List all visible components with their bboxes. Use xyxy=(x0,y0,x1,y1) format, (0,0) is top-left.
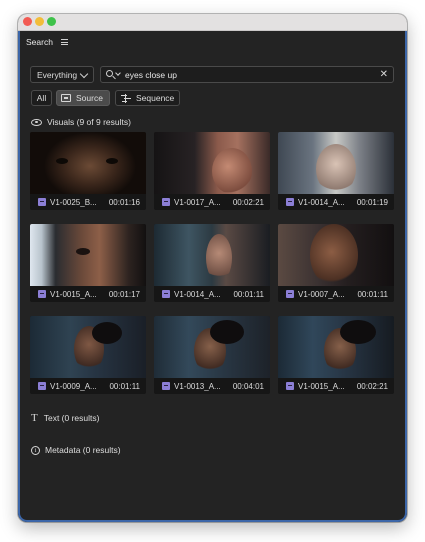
result-caption: V1-0007_A... 00:01:11 xyxy=(278,286,394,302)
result-thumbnail[interactable] xyxy=(30,316,146,378)
filter-sequence-button[interactable]: Sequence xyxy=(115,90,180,106)
info-icon: i xyxy=(31,445,40,455)
clip-duration: 00:01:11 xyxy=(357,289,388,299)
result-card[interactable]: V1-0014_A... 00:01:11 xyxy=(154,224,270,302)
search-window: Search Everything eyes close up ✕ All So… xyxy=(18,14,407,522)
clip-name: V1-0025_B... xyxy=(50,197,97,207)
result-thumbnail[interactable] xyxy=(278,132,394,194)
result-thumbnail[interactable] xyxy=(154,224,270,286)
results-grid: V1-0025_B... 00:01:16 V1-0017_A... 00:02… xyxy=(30,132,394,402)
filter-sequence-label: Sequence xyxy=(136,93,175,103)
hamburger-icon[interactable] xyxy=(60,39,68,45)
title-bar xyxy=(18,14,407,31)
visuals-section-title: Visuals (9 of 9 results) xyxy=(47,117,131,127)
result-thumbnail[interactable] xyxy=(154,316,270,378)
clip-duration: 00:02:21 xyxy=(232,197,264,207)
result-card[interactable]: V1-0014_A... 00:01:19 xyxy=(278,132,394,210)
clip-name: V1-0009_A... xyxy=(50,381,97,391)
result-thumbnail[interactable] xyxy=(154,132,270,194)
result-caption: V1-0015_A... 00:01:17 xyxy=(30,286,146,302)
result-thumbnail[interactable] xyxy=(30,132,146,194)
clip-name: V1-0014_A... xyxy=(174,289,221,299)
clip-name: V1-0013_A... xyxy=(174,381,221,391)
clip-duration: 00:01:16 xyxy=(108,197,140,207)
search-options-chevron-icon[interactable] xyxy=(115,70,121,76)
clip-icon xyxy=(38,198,46,206)
clip-duration: 00:01:11 xyxy=(109,381,140,391)
result-card[interactable]: V1-0013_A... 00:04:01 xyxy=(154,316,270,394)
panel-title: Search xyxy=(26,37,53,47)
clip-icon xyxy=(38,382,46,390)
clip-duration: 00:01:11 xyxy=(233,289,264,299)
result-card[interactable]: V1-0015_A... 00:01:17 xyxy=(30,224,146,302)
filter-source-label: Source xyxy=(76,93,103,103)
result-card[interactable]: V1-0025_B... 00:01:16 xyxy=(30,132,146,210)
result-thumbnail[interactable] xyxy=(278,224,394,286)
search-query[interactable]: eyes close up xyxy=(125,70,177,80)
result-caption: V1-0009_A... 00:01:11 xyxy=(30,378,146,394)
search-icon[interactable] xyxy=(106,70,113,77)
metadata-section-header[interactable]: i Metadata (0 results) xyxy=(31,445,121,455)
result-thumbnail[interactable] xyxy=(278,316,394,378)
clip-icon xyxy=(286,198,294,206)
clip-name: V1-0015_A... xyxy=(298,381,345,391)
text-section-header[interactable]: T Text (0 results) xyxy=(31,412,99,424)
result-card[interactable]: V1-0007_A... 00:01:11 xyxy=(278,224,394,302)
result-card[interactable]: V1-0015_A... 00:02:21 xyxy=(278,316,394,394)
clip-duration: 00:01:19 xyxy=(356,197,388,207)
metadata-section-title: Metadata (0 results) xyxy=(45,445,121,455)
clip-name: V1-0007_A... xyxy=(298,289,345,299)
result-card[interactable]: V1-0017_A... 00:02:21 xyxy=(154,132,270,210)
visuals-section-header[interactable]: Visuals (9 of 9 results) xyxy=(31,117,131,127)
result-caption: V1-0015_A... 00:02:21 xyxy=(278,378,394,394)
clip-icon xyxy=(286,290,294,298)
source-icon xyxy=(61,94,71,102)
sequence-icon xyxy=(121,94,131,103)
filter-all-button[interactable]: All xyxy=(31,90,52,106)
result-caption: V1-0014_A... 00:01:19 xyxy=(278,194,394,210)
close-window-button[interactable] xyxy=(23,17,32,26)
result-caption: V1-0025_B... 00:01:16 xyxy=(30,194,146,210)
result-caption: V1-0013_A... 00:04:01 xyxy=(154,378,270,394)
eye-icon xyxy=(31,118,42,126)
text-icon: T xyxy=(31,412,38,424)
result-caption: V1-0017_A... 00:02:21 xyxy=(154,194,270,210)
clip-duration: 00:02:21 xyxy=(356,381,388,391)
clip-icon xyxy=(38,290,46,298)
clip-duration: 00:01:17 xyxy=(108,289,140,299)
clip-icon xyxy=(162,290,170,298)
chevron-down-icon xyxy=(79,69,89,79)
clip-icon xyxy=(162,198,170,206)
minimize-window-button[interactable] xyxy=(35,17,44,26)
clip-name: V1-0015_A... xyxy=(50,289,97,299)
clip-icon xyxy=(162,382,170,390)
scope-dropdown[interactable]: Everything xyxy=(30,66,94,83)
result-caption: V1-0014_A... 00:01:11 xyxy=(154,286,270,302)
zoom-window-button[interactable] xyxy=(47,17,56,26)
clip-duration: 00:04:01 xyxy=(232,381,264,391)
text-section-title: Text (0 results) xyxy=(43,413,100,423)
filter-all-label: All xyxy=(36,93,47,103)
clip-name: V1-0014_A... xyxy=(298,197,345,207)
close-icon[interactable]: ✕ xyxy=(380,68,388,82)
search-input[interactable]: eyes close up ✕ xyxy=(100,66,394,83)
filter-source-button[interactable]: Source xyxy=(56,90,110,106)
result-card[interactable]: V1-0009_A... 00:01:11 xyxy=(30,316,146,394)
scope-value: Everything xyxy=(37,69,78,80)
panel-header: Search xyxy=(26,35,68,49)
clip-icon xyxy=(286,382,294,390)
result-thumbnail[interactable] xyxy=(30,224,146,286)
clip-name: V1-0017_A... xyxy=(174,197,221,207)
